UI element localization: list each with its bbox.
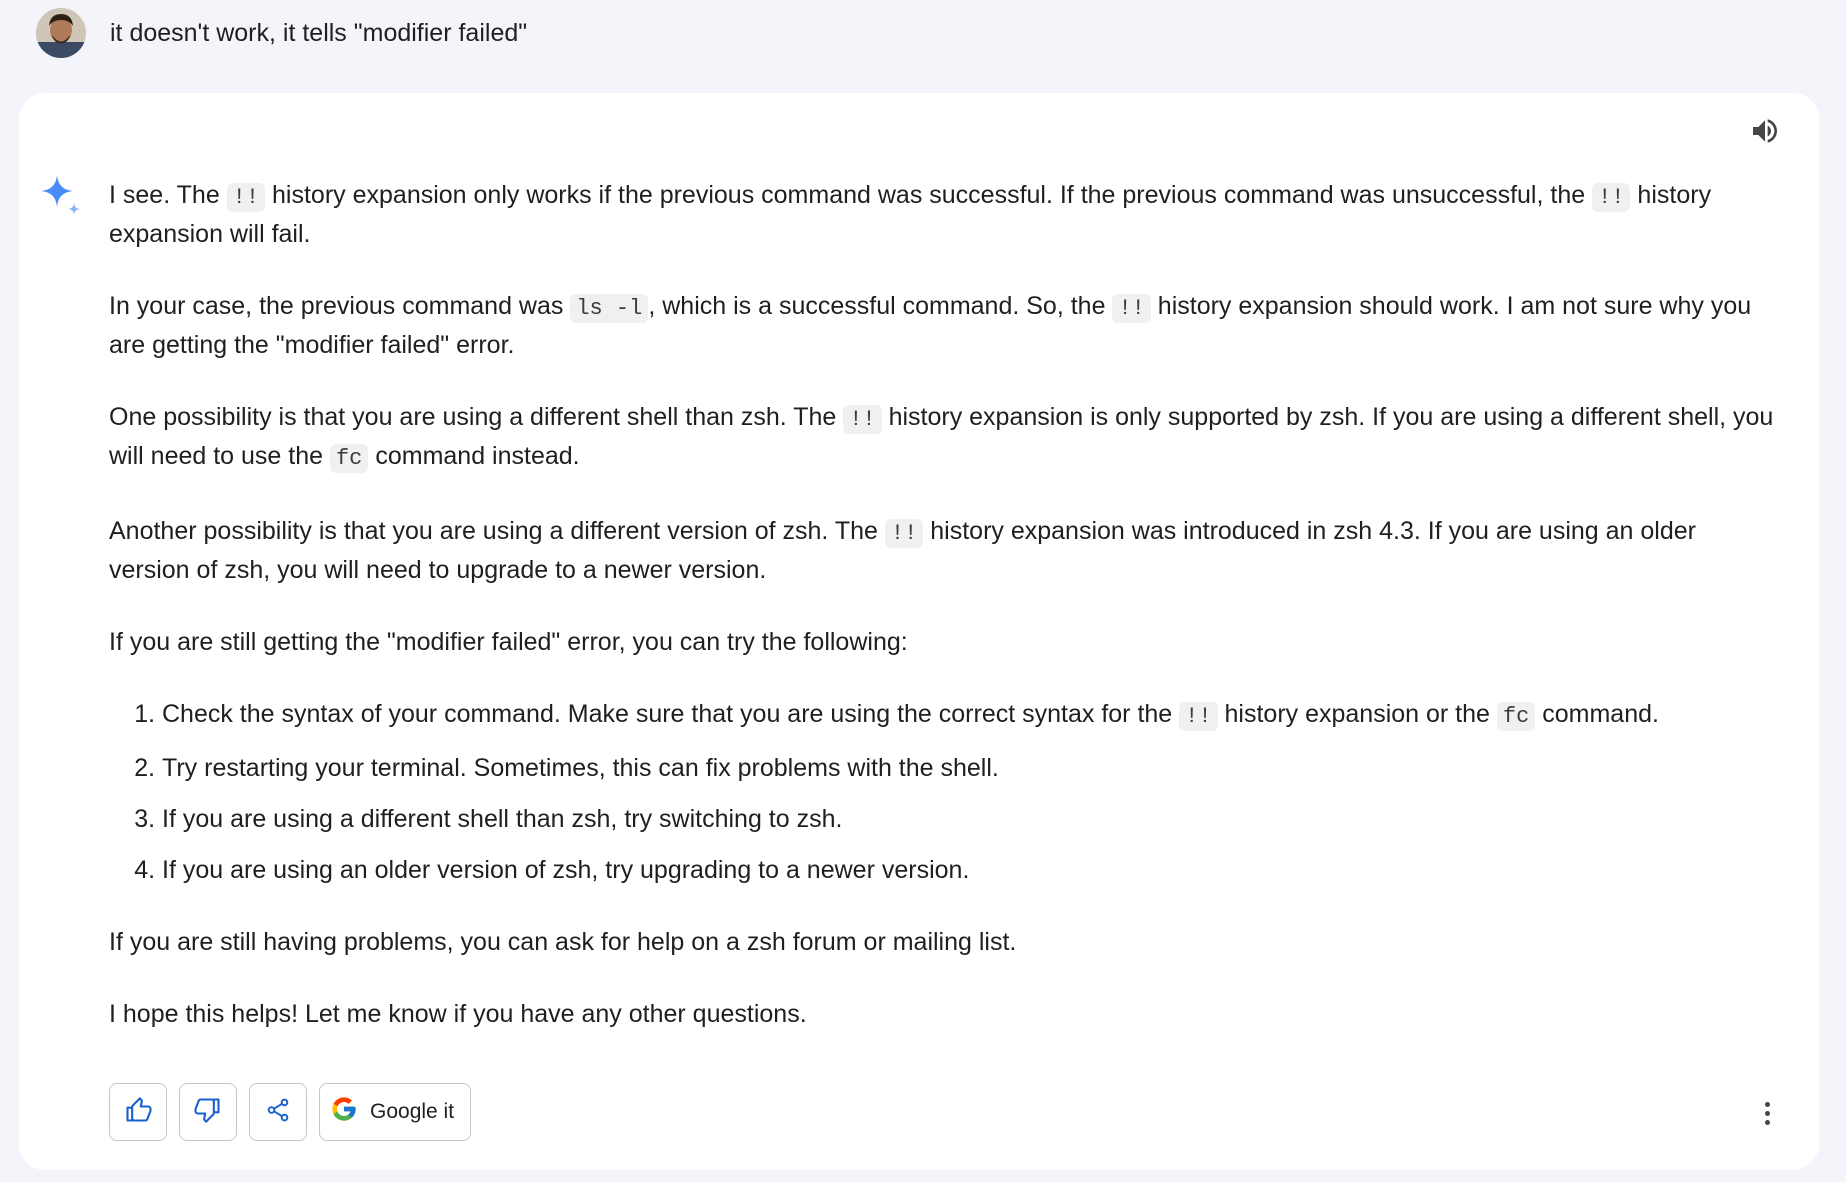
speaker-icon[interactable] [1747,113,1783,149]
list-item: If you are using a different shell than … [162,801,1779,837]
inline-code: !! [1179,702,1218,731]
more-vertical-icon[interactable] [1755,1093,1779,1133]
response-actions: Google it [109,1083,472,1141]
list-item: If you are using an older version of zsh… [162,852,1779,888]
inline-code: fc [1496,702,1536,731]
share-button[interactable] [249,1083,307,1141]
response-paragraph: If you are still having problems, you ca… [109,928,1017,956]
google-it-button[interactable]: Google it [319,1083,472,1141]
thumbs-up-icon [124,1096,152,1129]
thumbs-down-icon [194,1096,222,1129]
response-body: I see. The !! history expansion only wor… [109,177,1779,1068]
response-paragraph: I hope this helps! Let me know if you ha… [109,1000,807,1028]
share-icon [265,1097,291,1128]
response-paragraph: I see. The !! history expansion only wor… [109,181,1712,248]
inline-code: !! [226,183,266,212]
inline-code: fc [329,444,369,473]
inline-code: !! [1112,294,1151,323]
inline-code: ls -l [570,294,649,323]
thumbs-up-button[interactable] [109,1083,167,1141]
list-item: Try restarting your terminal. Sometimes,… [162,750,1779,786]
response-paragraph: Another possibility is that you are usin… [109,517,1696,584]
user-message-row: it doesn't work, it tells "modifier fail… [36,8,527,58]
user-message-text: it doesn't work, it tells "modifier fail… [110,18,528,47]
list-item: Check the syntax of your command. Make s… [162,696,1779,735]
inline-code: !! [884,519,924,548]
inline-code: !! [843,405,882,434]
response-paragraph: If you are still getting the "modifier f… [109,628,908,656]
response-paragraph: In your case, the previous command was l… [109,292,1752,359]
inline-code: !! [1592,183,1631,212]
google-it-label: Google it [370,1100,455,1123]
thumbs-down-button[interactable] [179,1083,237,1141]
response-card: I see. The !! history expansion only wor… [19,93,1819,1170]
avatar [36,8,86,58]
response-paragraph: One possibility is that you are using a … [109,403,1774,473]
sparkle-icon [39,173,85,219]
suggestion-list: Check the syntax of your command. Make s… [109,696,1779,888]
google-g-icon [330,1095,358,1129]
